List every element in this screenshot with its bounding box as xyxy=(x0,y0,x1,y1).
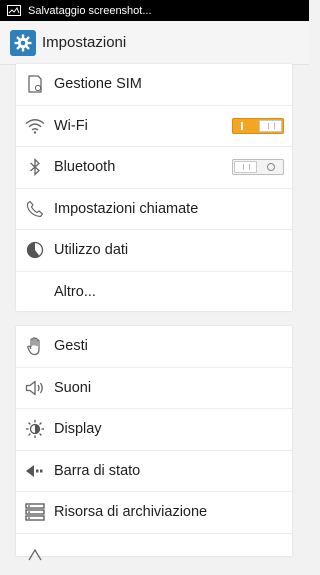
toggle-track-mark xyxy=(241,122,243,130)
settings-item-label: Wi-Fi xyxy=(54,118,88,134)
page-title: Impostazioni xyxy=(42,34,126,51)
hand-gesture-icon xyxy=(25,336,45,356)
settings-group-network: Gestione SIM Wi-Fi Bluetooth xyxy=(16,64,292,311)
wifi-toggle[interactable] xyxy=(232,118,284,134)
settings-item-display[interactable]: Display xyxy=(16,409,292,451)
settings-item-calls[interactable]: Impostazioni chiamate xyxy=(16,189,292,231)
phone-icon xyxy=(25,199,45,219)
bluetooth-icon xyxy=(25,157,45,177)
settings-item-label: Barra di stato xyxy=(54,463,140,479)
settings-item-sounds[interactable]: Suoni xyxy=(16,368,292,410)
toggle-knob xyxy=(234,161,257,173)
settings-item-label: Bluetooth xyxy=(54,159,115,175)
settings-item-label: Gestione SIM xyxy=(54,76,142,92)
settings-item-label: Risorsa di archiviazione xyxy=(54,504,207,520)
settings-item-label: Impostazioni chiamate xyxy=(54,201,198,217)
speaker-icon xyxy=(25,378,45,398)
settings-item-label: Utilizzo dati xyxy=(54,242,128,258)
status-bar-icon xyxy=(25,461,45,481)
toggle-knob xyxy=(259,120,282,132)
bluetooth-toggle[interactable] xyxy=(232,159,284,175)
settings-item-partial[interactable] xyxy=(16,534,292,575)
sim-card-icon xyxy=(25,74,45,94)
storage-icon xyxy=(25,502,45,522)
settings-item-storage[interactable]: Risorsa di archiviazione xyxy=(16,492,292,534)
wifi-icon xyxy=(25,116,45,136)
status-bar: Salvataggio screenshot... xyxy=(0,0,309,21)
settings-item-wifi[interactable]: Wi-Fi xyxy=(16,106,292,148)
partial-item-icon xyxy=(25,544,45,564)
settings-item-label: Gesti xyxy=(54,338,88,354)
status-text: Salvataggio screenshot... xyxy=(28,5,152,17)
settings-item-bluetooth[interactable]: Bluetooth xyxy=(16,147,292,189)
settings-item-label: Altro... xyxy=(54,284,96,300)
settings-item-label: Display xyxy=(54,421,102,437)
settings-item-more[interactable]: Altro... xyxy=(16,272,292,314)
brightness-icon xyxy=(25,419,45,439)
settings-item-sim[interactable]: Gestione SIM xyxy=(16,64,292,106)
settings-item-data-usage[interactable]: Utilizzo dati xyxy=(16,230,292,272)
settings-item-status-bar[interactable]: Barra di stato xyxy=(16,451,292,493)
gear-icon[interactable] xyxy=(10,30,36,56)
image-icon xyxy=(7,5,21,16)
data-usage-icon xyxy=(25,240,45,260)
app-bar: Impostazioni xyxy=(0,21,309,65)
toggle-off-ring xyxy=(267,163,275,171)
settings-group-device: Gesti Suoni xyxy=(16,326,292,556)
settings-item-gestures[interactable]: Gesti xyxy=(16,326,292,368)
settings-item-label: Suoni xyxy=(54,380,91,396)
